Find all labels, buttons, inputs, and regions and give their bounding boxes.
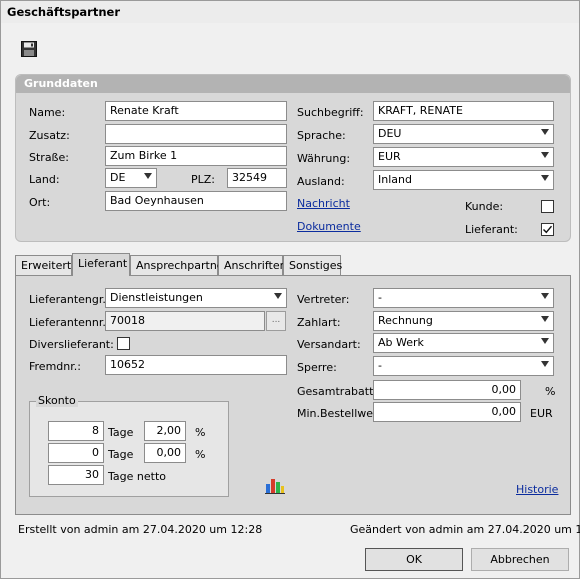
tab-sonstiges[interactable]: Sonstiges — [283, 255, 342, 275]
versandart-value: Ab Werk — [378, 336, 424, 349]
strasse-field[interactable]: Zum Birke 1 — [105, 146, 287, 166]
plz-label: PLZ: — [191, 173, 216, 186]
lieferantengr-label: Lieferantengr.: — [29, 293, 110, 306]
sperre-value: - — [378, 359, 382, 372]
strasse-label: Straße: — [29, 151, 69, 164]
zusatz-field[interactable] — [105, 124, 287, 144]
land-value: DE — [110, 171, 126, 184]
ok-button[interactable]: OK — [365, 548, 463, 571]
skonto1-days-field[interactable]: 8 — [48, 421, 104, 441]
skonto2-tage-label: Tage — [108, 448, 134, 461]
chevron-down-icon — [541, 129, 549, 135]
sperre-label: Sperre: — [297, 361, 337, 374]
tab-erweitert[interactable]: Erweitert — [15, 255, 72, 275]
ort-label: Ort: — [29, 196, 51, 209]
diverslieferant-checkbox[interactable] — [117, 337, 130, 350]
versandart-label: Versandart: — [297, 338, 361, 351]
sprache-label: Sprache: — [297, 129, 346, 142]
skonto2-days-field[interactable]: 0 — [48, 443, 104, 463]
tab-anschriften[interactable]: Anschriften — [218, 255, 287, 275]
versandart-select[interactable]: Ab Werk — [373, 333, 554, 353]
min-bestellwert-unit: EUR — [530, 407, 553, 420]
grunddaten-header: Grunddaten — [16, 75, 570, 93]
kunde-checkbox[interactable] — [541, 200, 554, 213]
min-bestellwert-field[interactable]: 0,00 — [373, 402, 521, 422]
waehrung-value: EUR — [378, 150, 401, 163]
lieferantennr-label: Lieferantennr.: — [29, 316, 110, 329]
vertreter-select[interactable]: - — [373, 288, 554, 308]
zahlart-select[interactable]: Rechnung — [373, 311, 554, 331]
chevron-down-icon — [274, 293, 282, 299]
chevron-down-icon — [541, 293, 549, 299]
tab-lieferant[interactable]: Lieferant — [72, 253, 130, 276]
suchbegriff-label: Suchbegriff: — [297, 106, 364, 119]
waehrung-select[interactable]: EUR — [373, 147, 554, 167]
sperre-select[interactable]: - — [373, 356, 554, 376]
chevron-down-icon — [541, 152, 549, 158]
ausland-value: Inland — [378, 173, 412, 186]
ausland-label: Ausland: — [297, 175, 345, 188]
chevron-down-icon — [541, 361, 549, 367]
created-info: Erstellt von admin am 27.04.2020 um 12:2… — [18, 523, 263, 536]
diverslieferant-label: Diverslieferant: — [29, 338, 114, 351]
sprache-value: DEU — [378, 127, 402, 140]
name-field[interactable]: Renate Kraft — [105, 101, 287, 121]
skonto2-percent-field[interactable]: 0,00 — [144, 443, 186, 463]
gesamtrabatt-label: Gesamtrabatt: — [297, 385, 378, 398]
chevron-down-icon — [541, 338, 549, 344]
land-label: Land: — [29, 173, 60, 186]
tab-ansprechpartner[interactable]: Ansprechpartner — [130, 255, 228, 275]
sprache-select[interactable]: DEU — [373, 124, 554, 144]
skonto1-percent-field[interactable]: 2,00 — [144, 421, 186, 441]
window-title: Geschäftspartner — [1, 1, 579, 23]
kunde-label: Kunde: — [465, 200, 504, 213]
vertreter-label: Vertreter: — [297, 293, 350, 306]
vertreter-value: - — [378, 291, 382, 304]
dokumente-link[interactable]: Dokumente — [297, 220, 361, 233]
skonto-legend: Skonto — [36, 394, 78, 407]
lieferant-label: Lieferant: — [465, 223, 518, 236]
checkmark-icon — [543, 225, 553, 234]
skonto1-tage-label: Tage — [108, 426, 134, 439]
waehrung-label: Währung: — [297, 152, 351, 165]
zahlart-label: Zahlart: — [297, 316, 341, 329]
lieferantengr-value: Dienstleistungen — [110, 291, 203, 304]
changed-info: Geändert von admin am 27.04.2020 um 12:2… — [350, 523, 580, 536]
ort-field[interactable]: Bad Oeynhausen — [105, 191, 287, 211]
chevron-down-icon — [541, 316, 549, 322]
dialog-window: Geschäftspartner Grunddaten Name: Renate… — [0, 0, 580, 579]
floppy-disk-icon[interactable] — [21, 41, 37, 57]
gesamtrabatt-field[interactable]: 0,00 — [373, 380, 521, 400]
bar-chart-icon[interactable] — [265, 475, 285, 495]
skonto3-tage-netto-label: Tage netto — [108, 470, 166, 483]
zusatz-label: Zusatz: — [29, 129, 70, 142]
lieferant-checkbox[interactable] — [541, 223, 554, 236]
lieferantengr-select[interactable]: Dienstleistungen — [105, 288, 287, 308]
suchbegriff-field[interactable]: KRAFT, RENATE — [373, 101, 554, 121]
historie-link[interactable]: Historie — [516, 483, 558, 496]
plz-field[interactable]: 32549 — [227, 168, 287, 188]
fremdnr-field[interactable]: 10652 — [105, 355, 287, 375]
chevron-down-icon — [541, 175, 549, 181]
skonto2-percent-unit: % — [195, 448, 206, 461]
lieferantennr-browse-button[interactable]: ... — [266, 311, 286, 331]
lieferantennr-field[interactable]: 70018 — [105, 311, 265, 331]
land-select[interactable]: DE — [105, 168, 157, 188]
chevron-down-icon — [144, 173, 152, 179]
zahlart-value: Rechnung — [378, 314, 433, 327]
skonto1-percent-unit: % — [195, 426, 206, 439]
skonto3-days-field[interactable]: 30 — [48, 465, 104, 485]
gesamtrabatt-unit: % — [545, 385, 556, 398]
nachricht-link[interactable]: Nachricht — [297, 197, 350, 210]
ausland-select[interactable]: Inland — [373, 170, 554, 190]
cancel-button[interactable]: Abbrechen — [471, 548, 569, 571]
fremdnr-label: Fremdnr.: — [29, 360, 81, 373]
name-label: Name: — [29, 106, 66, 119]
